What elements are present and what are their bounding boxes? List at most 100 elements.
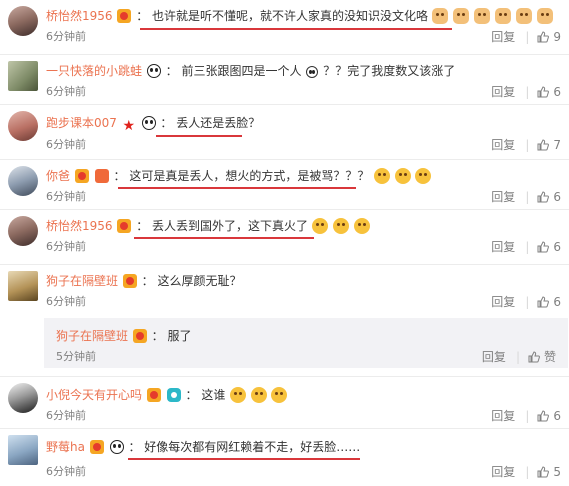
like-button[interactable]: 赞	[528, 350, 556, 364]
timestamp: 6分钟前	[46, 190, 86, 203]
comment-text: 这么厚颜无耻？	[157, 274, 242, 288]
avatar[interactable]	[8, 216, 38, 246]
reply-button[interactable]: 回复	[491, 409, 515, 423]
comment-text: 服了	[167, 329, 192, 343]
timestamp: 6分钟前	[46, 138, 86, 151]
praise-label: 赞	[543, 350, 556, 364]
comment-text: 丢人丢到国外了，这下真火了	[152, 219, 309, 233]
username-link[interactable]: 桥怡然1956	[46, 9, 113, 23]
like-count: 6	[553, 295, 561, 309]
like-button[interactable]: 6	[537, 190, 561, 204]
vip-badge-icon[interactable]	[132, 329, 147, 343]
comment-text: 也许就是听不懂呢，就不许人家真的没知识没文化咯	[152, 9, 429, 23]
comment-text: 这可是真是丢人，想火的方式，是被骂？？？	[129, 169, 370, 183]
like-button[interactable]: 9	[537, 30, 561, 44]
like-count: 6	[553, 190, 561, 204]
avatar[interactable]	[8, 383, 38, 413]
like-button[interactable]: 6	[537, 409, 561, 423]
like-count: 6	[553, 85, 561, 99]
camera-badge-icon[interactable]	[166, 388, 181, 402]
comment-item: 跑步课本007 ★ ： 丢人还是丢脸？ 6分钟前 回复 | 7	[0, 105, 569, 160]
vip-badge-icon[interactable]	[146, 388, 161, 402]
thumbs-up-icon	[537, 466, 550, 478]
panda-badge-icon[interactable]	[146, 64, 161, 78]
vip-badge-icon[interactable]	[89, 440, 104, 454]
reply-button[interactable]: 回复	[491, 30, 515, 44]
face-emoji-icon	[306, 66, 319, 78]
avatar[interactable]	[8, 435, 38, 465]
reply-button[interactable]: 回复	[491, 465, 515, 479]
avatar[interactable]	[8, 271, 38, 301]
thumbs-up-icon	[537, 31, 550, 43]
like-button[interactable]: 6	[537, 240, 561, 254]
cat-emoji-icon	[515, 8, 532, 24]
like-button[interactable]: 7	[537, 138, 561, 152]
reply-button[interactable]: 回复	[482, 350, 506, 364]
comment-item: 桥怡然1956 ： 也许就是听不懂呢，就不许人家真的没知识没文化咯 6分钟前 回…	[0, 0, 569, 55]
like-count: 5	[553, 465, 561, 479]
like-count: 7	[553, 138, 561, 152]
comment-feed: 桥怡然1956 ： 也许就是听不懂呢，就不许人家真的没知识没文化咯 6分钟前 回…	[0, 0, 569, 486]
vip-badge-icon[interactable]	[74, 169, 89, 183]
reply-button[interactable]: 回复	[491, 240, 515, 254]
timestamp: 6分钟前	[46, 30, 86, 43]
username-link[interactable]: 狗子在隔壁班	[56, 329, 128, 343]
comment-text: 好像每次都有网红赖着不走，好丢脸……	[144, 440, 361, 454]
avatar[interactable]	[8, 61, 38, 91]
username-link[interactable]: 野莓ha	[46, 440, 85, 454]
username-link[interactable]: 小倪今天有开心吗	[46, 388, 142, 402]
laughing-emoji-icon	[312, 218, 329, 234]
username-link[interactable]: 桥怡然1956	[46, 219, 113, 233]
timestamp: 6分钟前	[46, 240, 86, 253]
username-link[interactable]: 一只快落的小跳蛙	[46, 64, 142, 78]
laughing-emoji-icon	[354, 218, 371, 234]
username-link[interactable]: 狗子在隔壁班	[46, 274, 118, 288]
comment-actions: 回复 | 7	[491, 138, 561, 152]
smirk-emoji-icon	[250, 387, 267, 403]
avatar[interactable]	[8, 111, 38, 141]
highlight-underline	[134, 237, 314, 239]
thumbs-up-icon	[537, 410, 550, 422]
like-count: 6	[553, 409, 561, 423]
thumbs-up-icon	[528, 351, 540, 363]
like-count: 9	[553, 30, 561, 44]
thumbs-up-icon	[537, 139, 550, 151]
comment-text-continued: ？？完了我度数又该涨了	[323, 64, 456, 78]
highlight-underline	[118, 187, 356, 189]
vip-badge-icon[interactable]	[117, 219, 132, 233]
thumbs-up-icon	[537, 296, 550, 308]
thumbs-up-icon	[537, 191, 550, 203]
like-button[interactable]: 6	[537, 295, 561, 309]
red-badge-icon[interactable]	[94, 169, 109, 183]
comment-actions: 回复 | 6	[491, 409, 561, 423]
vip-badge-icon[interactable]	[122, 274, 137, 288]
comment-actions: 回复 | 6	[491, 295, 561, 309]
avatar[interactable]	[8, 6, 38, 36]
comment-text: 这谁	[201, 388, 226, 402]
highlight-underline	[140, 28, 452, 30]
panda-badge-icon[interactable]	[109, 440, 124, 454]
comment-actions: 回复 | 6	[491, 190, 561, 204]
vip-badge-icon[interactable]	[117, 9, 132, 23]
like-button[interactable]: 5	[537, 465, 561, 479]
panda-badge-icon[interactable]	[141, 116, 156, 130]
avatar[interactable]	[8, 166, 38, 196]
cat-emoji-icon	[494, 8, 511, 24]
like-button[interactable]: 6	[537, 85, 561, 99]
reply-button[interactable]: 回复	[491, 85, 515, 99]
star-badge-icon[interactable]: ★	[122, 119, 136, 133]
highlight-underline	[156, 135, 242, 137]
thumbs-up-icon	[537, 241, 550, 253]
username-link[interactable]: 跑步课本007	[46, 116, 117, 130]
comment-actions: 回复 | 6	[491, 240, 561, 254]
reply-button[interactable]: 回复	[491, 138, 515, 152]
surprised-emoji-icon	[415, 168, 432, 184]
reply-button[interactable]: 回复	[491, 190, 515, 204]
nested-reply: 狗子在隔壁班 ： 服了 5分钟前 回复 | 赞	[44, 318, 568, 368]
comment-actions: 回复 | 6	[491, 85, 561, 99]
username-link[interactable]: 你爸	[46, 169, 70, 183]
reply-button[interactable]: 回复	[491, 295, 515, 309]
timestamp: 5分钟前	[56, 350, 96, 363]
comment-item: 桥怡然1956 ： 丢人丢到国外了，这下真火了 6分钟前 回复 | 6	[0, 210, 569, 265]
surprised-emoji-icon	[394, 168, 411, 184]
